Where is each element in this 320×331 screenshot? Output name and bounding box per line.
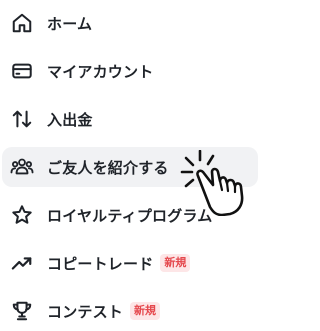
menu-item-label: マイアカウント xyxy=(47,62,154,81)
menu-item-label: 入出金 xyxy=(47,110,93,129)
home-icon xyxy=(10,11,34,35)
menu-item-label: ご友人を紹介する xyxy=(47,158,169,177)
menu-item-copy-trade[interactable]: コピートレード 新規 xyxy=(2,243,258,283)
trending-up-icon xyxy=(10,251,34,275)
new-badge: 新規 xyxy=(130,302,161,320)
menu-item-my-account[interactable]: マイアカウント xyxy=(2,51,258,91)
star-icon xyxy=(10,203,34,227)
users-icon xyxy=(10,155,34,179)
transfer-arrows-icon xyxy=(10,107,34,131)
menu-item-label: コピートレード xyxy=(47,254,154,273)
trophy-icon xyxy=(10,299,34,323)
new-badge: 新規 xyxy=(160,254,191,272)
menu-item-deposit-withdraw[interactable]: 入出金 xyxy=(2,99,258,139)
menu-item-label: コンテスト xyxy=(47,302,124,321)
wallet-icon xyxy=(10,59,34,83)
menu-item-contest[interactable]: コンテスト 新規 xyxy=(2,291,258,331)
menu-item-home[interactable]: ホーム xyxy=(2,3,258,43)
pointer-hand-click-icon xyxy=(180,149,262,217)
menu-item-label: ホーム xyxy=(47,14,93,33)
